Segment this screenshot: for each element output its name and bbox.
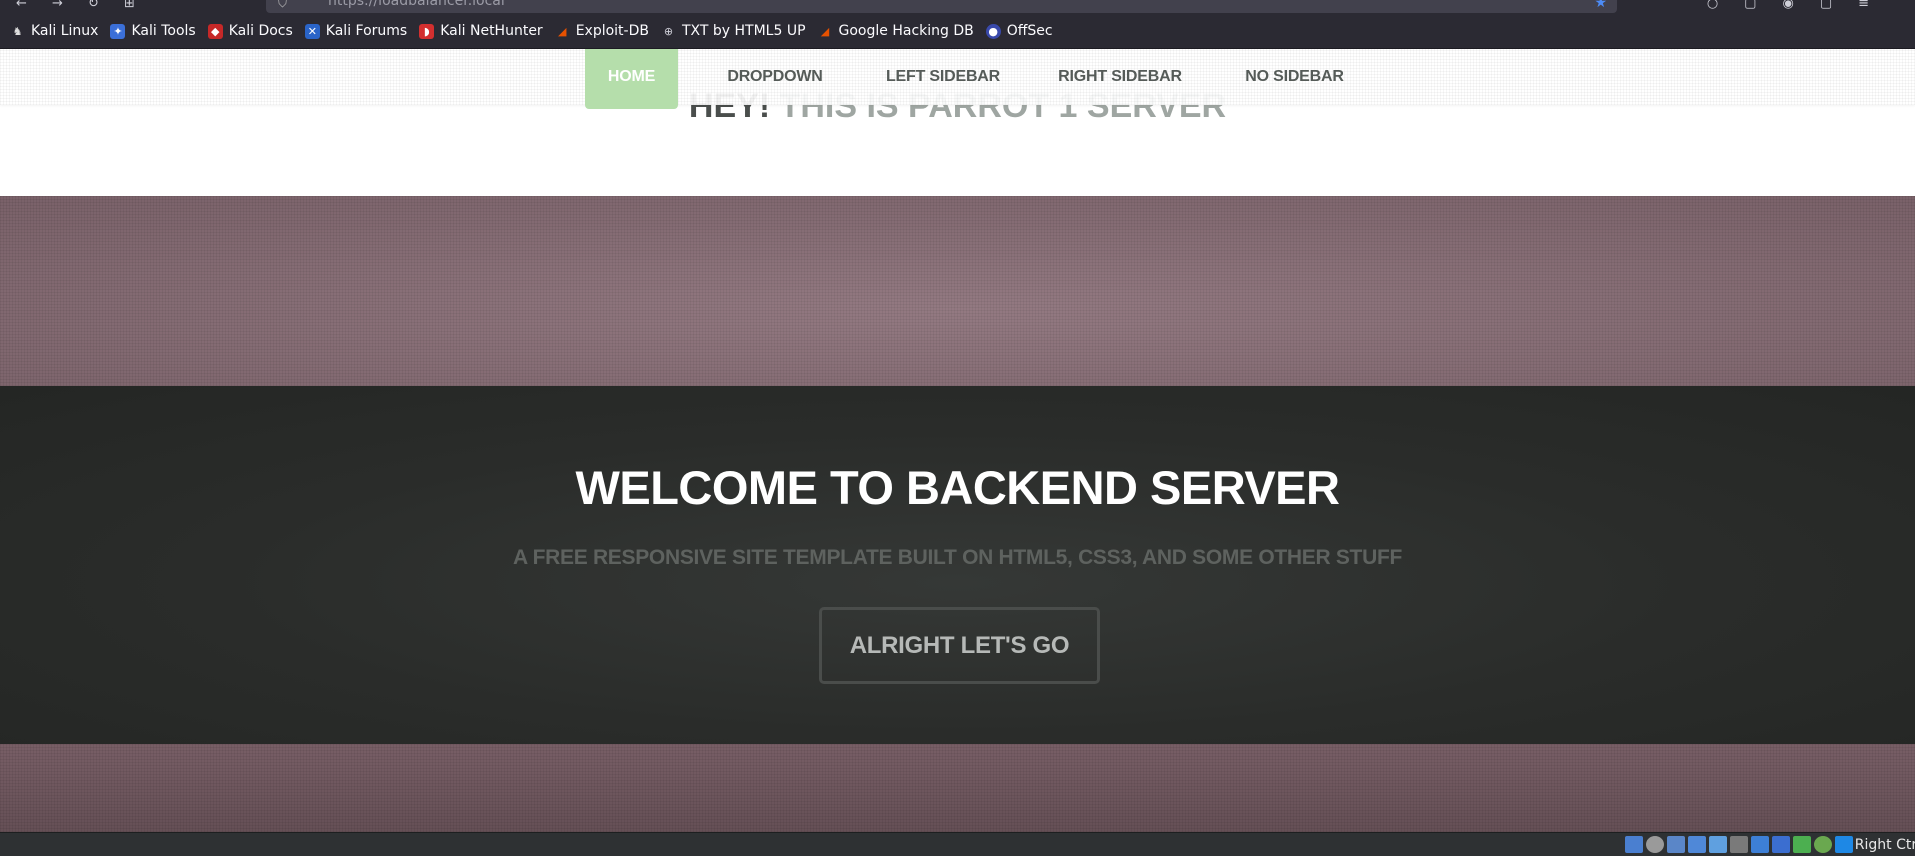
vm-device-icons — [1622, 836, 1853, 853]
bookmarks-toolbar: ♞ Kali Linux ✦ Kali Tools ◆ Kali Docs ✕ … — [0, 14, 1915, 49]
usb-icon[interactable] — [1709, 836, 1727, 853]
bookmark-offsec[interactable]: ● OffSec — [985, 23, 1053, 39]
banner-title: Welcome to backend server — [575, 461, 1340, 514]
decorative-band-top — [0, 196, 1915, 386]
decorative-band-bottom — [0, 744, 1915, 832]
recording-icon[interactable] — [1772, 836, 1790, 853]
nav-no-sidebar[interactable]: No Sidebar — [1233, 49, 1356, 109]
disk-icon[interactable] — [1646, 836, 1664, 853]
bookmark-txt-html5up[interactable]: ⊕ TXT by HTML5 UP — [661, 23, 806, 39]
apps-icon[interactable]: ⊞ — [124, 0, 135, 11]
bookmark-label: Kali Forums — [325, 23, 408, 39]
shield-icon[interactable]: ⛉ — [278, 0, 287, 11]
audio-icon[interactable] — [1667, 836, 1685, 853]
bookmark-label: Kali Docs — [228, 23, 293, 39]
exploit-db-icon: ◢ — [557, 24, 567, 38]
network-icon[interactable] — [1688, 836, 1706, 853]
ghdb-icon: ◢ — [820, 24, 830, 38]
cta-button[interactable]: Alright let's go — [819, 607, 1100, 684]
bookmark-exploit-db[interactable]: ◢ Exploit-DB — [555, 23, 649, 39]
bookmark-kali-docs[interactable]: ◆ Kali Docs — [207, 23, 293, 39]
forward-icon[interactable]: → — [52, 0, 63, 11]
globe-icon: ⊕ — [663, 24, 674, 38]
nav-home[interactable]: Home — [585, 49, 678, 109]
bookmark-google-hacking-db[interactable]: ◢ Google Hacking DB — [818, 23, 974, 39]
bookmark-label: OffSec — [1006, 23, 1053, 39]
reload-icon[interactable]: ↻ — [88, 0, 99, 11]
cpu-icon[interactable] — [1793, 836, 1811, 853]
bookmark-label: Kali Tools — [131, 23, 196, 39]
bookmark-label: Kali NetHunter — [440, 23, 543, 39]
nav-label: Home — [607, 68, 656, 85]
site-nav: Home Dropdown Left Sidebar Right Sidebar… — [0, 49, 1915, 109]
vm-status-bar: Right Ctrl — [0, 832, 1915, 856]
host-key-label: Right Ctrl — [1854, 837, 1915, 853]
globe-status-icon[interactable] — [1814, 836, 1832, 853]
bookmark-label: Exploit-DB — [575, 23, 649, 39]
kali-forums-icon: ✕ — [304, 23, 320, 39]
banner-subtitle: A free responsive site template built on… — [512, 546, 1403, 569]
offsec-icon: ● — [985, 23, 1001, 39]
bookmark-kali-linux[interactable]: ♞ Kali Linux — [10, 23, 99, 39]
bookmark-kali-forums[interactable]: ✕ Kali Forums — [304, 23, 408, 39]
nav-label: Left Sidebar — [885, 68, 1001, 85]
optical-drive-icon[interactable] — [1625, 836, 1643, 853]
back-icon[interactable]: ← — [16, 0, 27, 11]
shared-folder-icon[interactable] — [1730, 836, 1748, 853]
hero-banner: Welcome to backend server A free respons… — [0, 386, 1915, 744]
nethunter-icon: ◗ — [419, 23, 435, 39]
url-text[interactable]: https://loadbalancer.local — [328, 0, 505, 9]
url-bar[interactable]: ⛉ https://loadbalancer.local ★ — [266, 0, 1617, 13]
nav-label: No Sidebar — [1245, 68, 1344, 85]
website-viewport: Hey! This is Parrot 1 Server Home Dropdo… — [0, 49, 1915, 832]
browser-toolbar: ← → ↻ ⊞ ⛉ https://loadbalancer.local ★ ○… — [0, 0, 1915, 14]
display-icon[interactable] — [1751, 836, 1769, 853]
kali-dragon-icon: ♞ — [12, 24, 23, 38]
bookmark-star-icon[interactable]: ★ — [1594, 0, 1607, 11]
nav-right-sidebar[interactable]: Right Sidebar — [1052, 49, 1188, 109]
nav-left-sidebar[interactable]: Left Sidebar — [880, 49, 1006, 109]
nav-label: Dropdown — [727, 68, 823, 85]
bookmark-label: Kali Linux — [31, 23, 99, 39]
nav-dropdown[interactable]: Dropdown — [714, 49, 836, 109]
kali-docs-icon: ◆ — [207, 23, 223, 39]
bookmark-label: Google Hacking DB — [838, 23, 974, 39]
toolbar-right-icons[interactable]: ○▢◉▢≡ — [1707, 0, 1895, 11]
bookmark-label: TXT by HTML5 UP — [681, 23, 806, 39]
mouse-integration-icon[interactable] — [1835, 836, 1853, 853]
kali-tools-icon: ✦ — [110, 23, 126, 39]
bookmark-kali-tools[interactable]: ✦ Kali Tools — [110, 23, 196, 39]
bookmark-kali-nethunter[interactable]: ◗ Kali NetHunter — [419, 23, 543, 39]
nav-label: Right Sidebar — [1058, 68, 1182, 85]
